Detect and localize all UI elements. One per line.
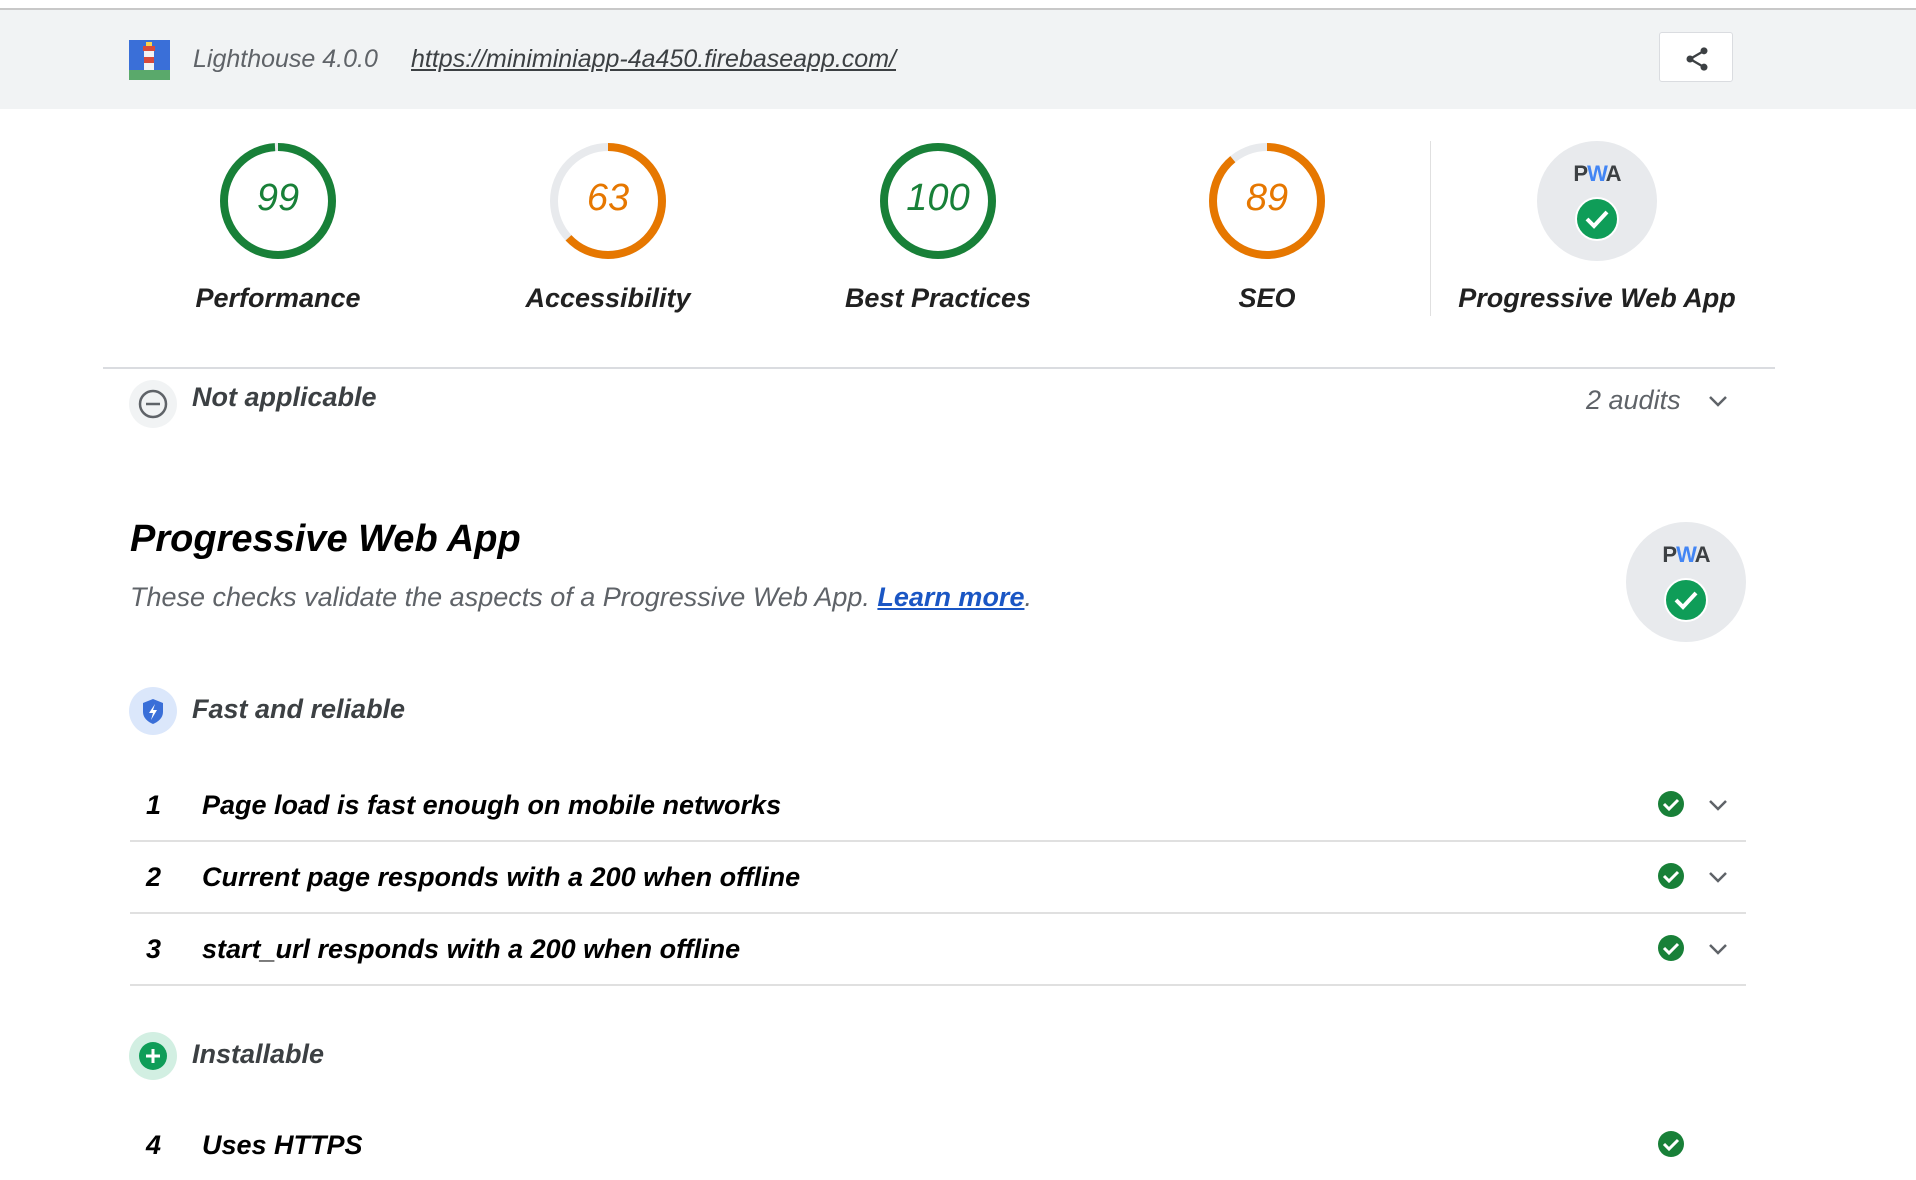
- not-applicable-icon: [129, 380, 177, 428]
- audit-title: Page load is fast enough on mobile netwo…: [202, 790, 782, 820]
- gauge-label-pwa: Progressive Web App: [1458, 283, 1736, 313]
- share-button[interactable]: [1659, 32, 1733, 82]
- gauge-label-performance: Performance: [195, 283, 361, 313]
- not-applicable-label[interactable]: Not applicable: [192, 382, 377, 413]
- lighthouse-logo-icon: [129, 40, 170, 80]
- gauge-divider: [1430, 141, 1431, 316]
- audit-row[interactable]: 2 Current page responds with a 200 when …: [130, 840, 1746, 914]
- gauge-score: 63: [586, 177, 630, 219]
- section-divider: [103, 367, 1775, 369]
- pwa-gauge-badge[interactable]: PWA: [1537, 141, 1657, 261]
- plus-icon: [129, 1032, 177, 1080]
- check-circle-icon: [1664, 578, 1708, 622]
- gauge-label-best-practices: Best Practices: [844, 283, 1032, 313]
- audit-index: 2: [146, 862, 162, 892]
- gauge-label-accessibility: Accessibility: [525, 283, 691, 313]
- learn-more-link[interactable]: Learn more: [877, 582, 1024, 612]
- pwa-letter-w: W: [1587, 161, 1607, 186]
- pwa-logo: PWA: [1626, 542, 1746, 568]
- lightning-shield-icon: [129, 687, 177, 735]
- audit-index: 4: [146, 1130, 162, 1160]
- chevron-down-icon[interactable]: [1707, 868, 1729, 886]
- gauge-accessibility[interactable]: 63: [548, 141, 668, 261]
- chevron-down-icon[interactable]: [1707, 392, 1729, 410]
- chevron-down-icon[interactable]: [1707, 796, 1729, 814]
- pass-check-icon: [1658, 791, 1684, 817]
- audit-index: 3: [146, 934, 162, 964]
- pass-check-icon: [1658, 1131, 1684, 1157]
- pwa-letter-a: A: [1694, 542, 1711, 567]
- gauge-score: 100: [906, 177, 970, 219]
- group-label-installable: Installable: [192, 1039, 325, 1069]
- report-url-link[interactable]: https://miniminiapp-4a450.firebaseapp.co…: [411, 45, 896, 74]
- not-applicable-count[interactable]: 2 audits: [1586, 385, 1681, 416]
- pwa-letter-p: P: [1573, 161, 1588, 186]
- section-title: Progressive Web App: [130, 518, 521, 560]
- gauge-performance[interactable]: 99: [218, 141, 338, 261]
- audit-title: Uses HTTPS: [202, 1130, 363, 1160]
- pwa-letter-p: P: [1662, 542, 1677, 567]
- gauge-score: 89: [1245, 177, 1289, 219]
- audit-index: 1: [146, 790, 162, 820]
- pwa-letter-w: W: [1676, 542, 1696, 567]
- gauge-best-practices[interactable]: 100: [878, 141, 998, 261]
- audit-title: start_url responds with a 200 when offli…: [202, 934, 741, 964]
- section-description-text: These checks validate the aspects of a P…: [130, 582, 870, 612]
- pwa-logo: PWA: [1537, 161, 1657, 187]
- pwa-letter-a: A: [1605, 161, 1622, 186]
- check-circle-icon: [1575, 197, 1619, 241]
- pass-check-icon: [1658, 863, 1684, 889]
- audit-row[interactable]: 1 Page load is fast enough on mobile net…: [130, 768, 1746, 842]
- gauge-score: 99: [256, 177, 300, 219]
- pwa-section-badge: PWA: [1626, 522, 1746, 642]
- share-icon: [1686, 47, 1708, 71]
- audit-row[interactable]: 3 start_url responds with a 200 when off…: [130, 912, 1746, 986]
- gauge-seo[interactable]: 89: [1207, 141, 1327, 261]
- lighthouse-version: Lighthouse 4.0.0: [193, 45, 378, 73]
- report-header: Lighthouse 4.0.0 https://miniminiapp-4a4…: [0, 10, 1916, 109]
- gauge-label-seo: SEO: [1238, 283, 1296, 313]
- group-label-fast-reliable: Fast and reliable: [192, 694, 406, 724]
- pass-check-icon: [1658, 935, 1684, 961]
- description-period: .: [1024, 582, 1032, 612]
- audit-title: Current page responds with a 200 when of…: [202, 862, 801, 892]
- audit-row[interactable]: 4 Uses HTTPS: [130, 1108, 1746, 1180]
- section-description: These checks validate the aspects of a P…: [130, 582, 1032, 613]
- chevron-down-icon[interactable]: [1707, 940, 1729, 958]
